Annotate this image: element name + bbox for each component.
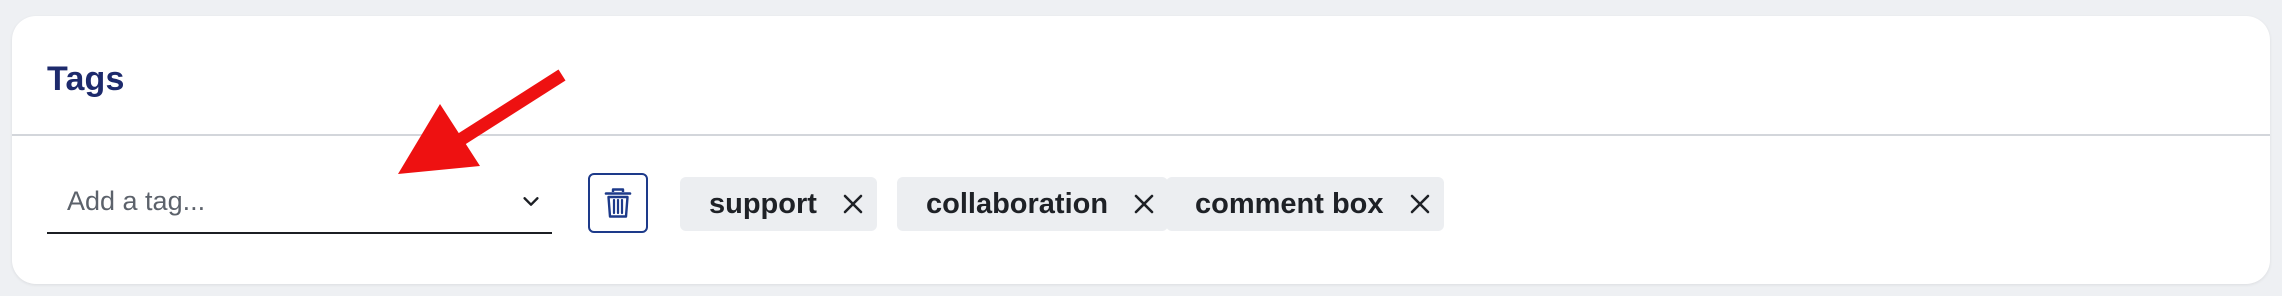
tag-chip: support: [680, 177, 877, 231]
tag-label: collaboration: [926, 187, 1109, 220]
tag-chip: collaboration: [897, 177, 1169, 231]
close-icon: [1134, 194, 1154, 214]
remove-tag-button[interactable]: [835, 186, 871, 222]
tags-card: Tags Add a tag... support collaboration: [12, 16, 2270, 284]
card-title: Tags: [47, 60, 125, 98]
close-icon: [1410, 194, 1429, 214]
tag-label: comment box: [1195, 187, 1384, 220]
card-header: Tags: [12, 16, 2270, 136]
remove-tag-button[interactable]: [1126, 186, 1162, 222]
clear-tags-button[interactable]: [588, 173, 648, 233]
tag-chip: comment box: [1166, 177, 1444, 231]
tag-label: support: [709, 187, 817, 220]
add-tag-placeholder: Add a tag...: [67, 186, 206, 216]
add-tag-select[interactable]: Add a tag...: [47, 174, 552, 234]
close-icon: [843, 194, 863, 214]
chevron-down-icon: [523, 197, 539, 206]
remove-tag-button[interactable]: [1402, 186, 1438, 222]
trash-icon: [604, 188, 632, 218]
